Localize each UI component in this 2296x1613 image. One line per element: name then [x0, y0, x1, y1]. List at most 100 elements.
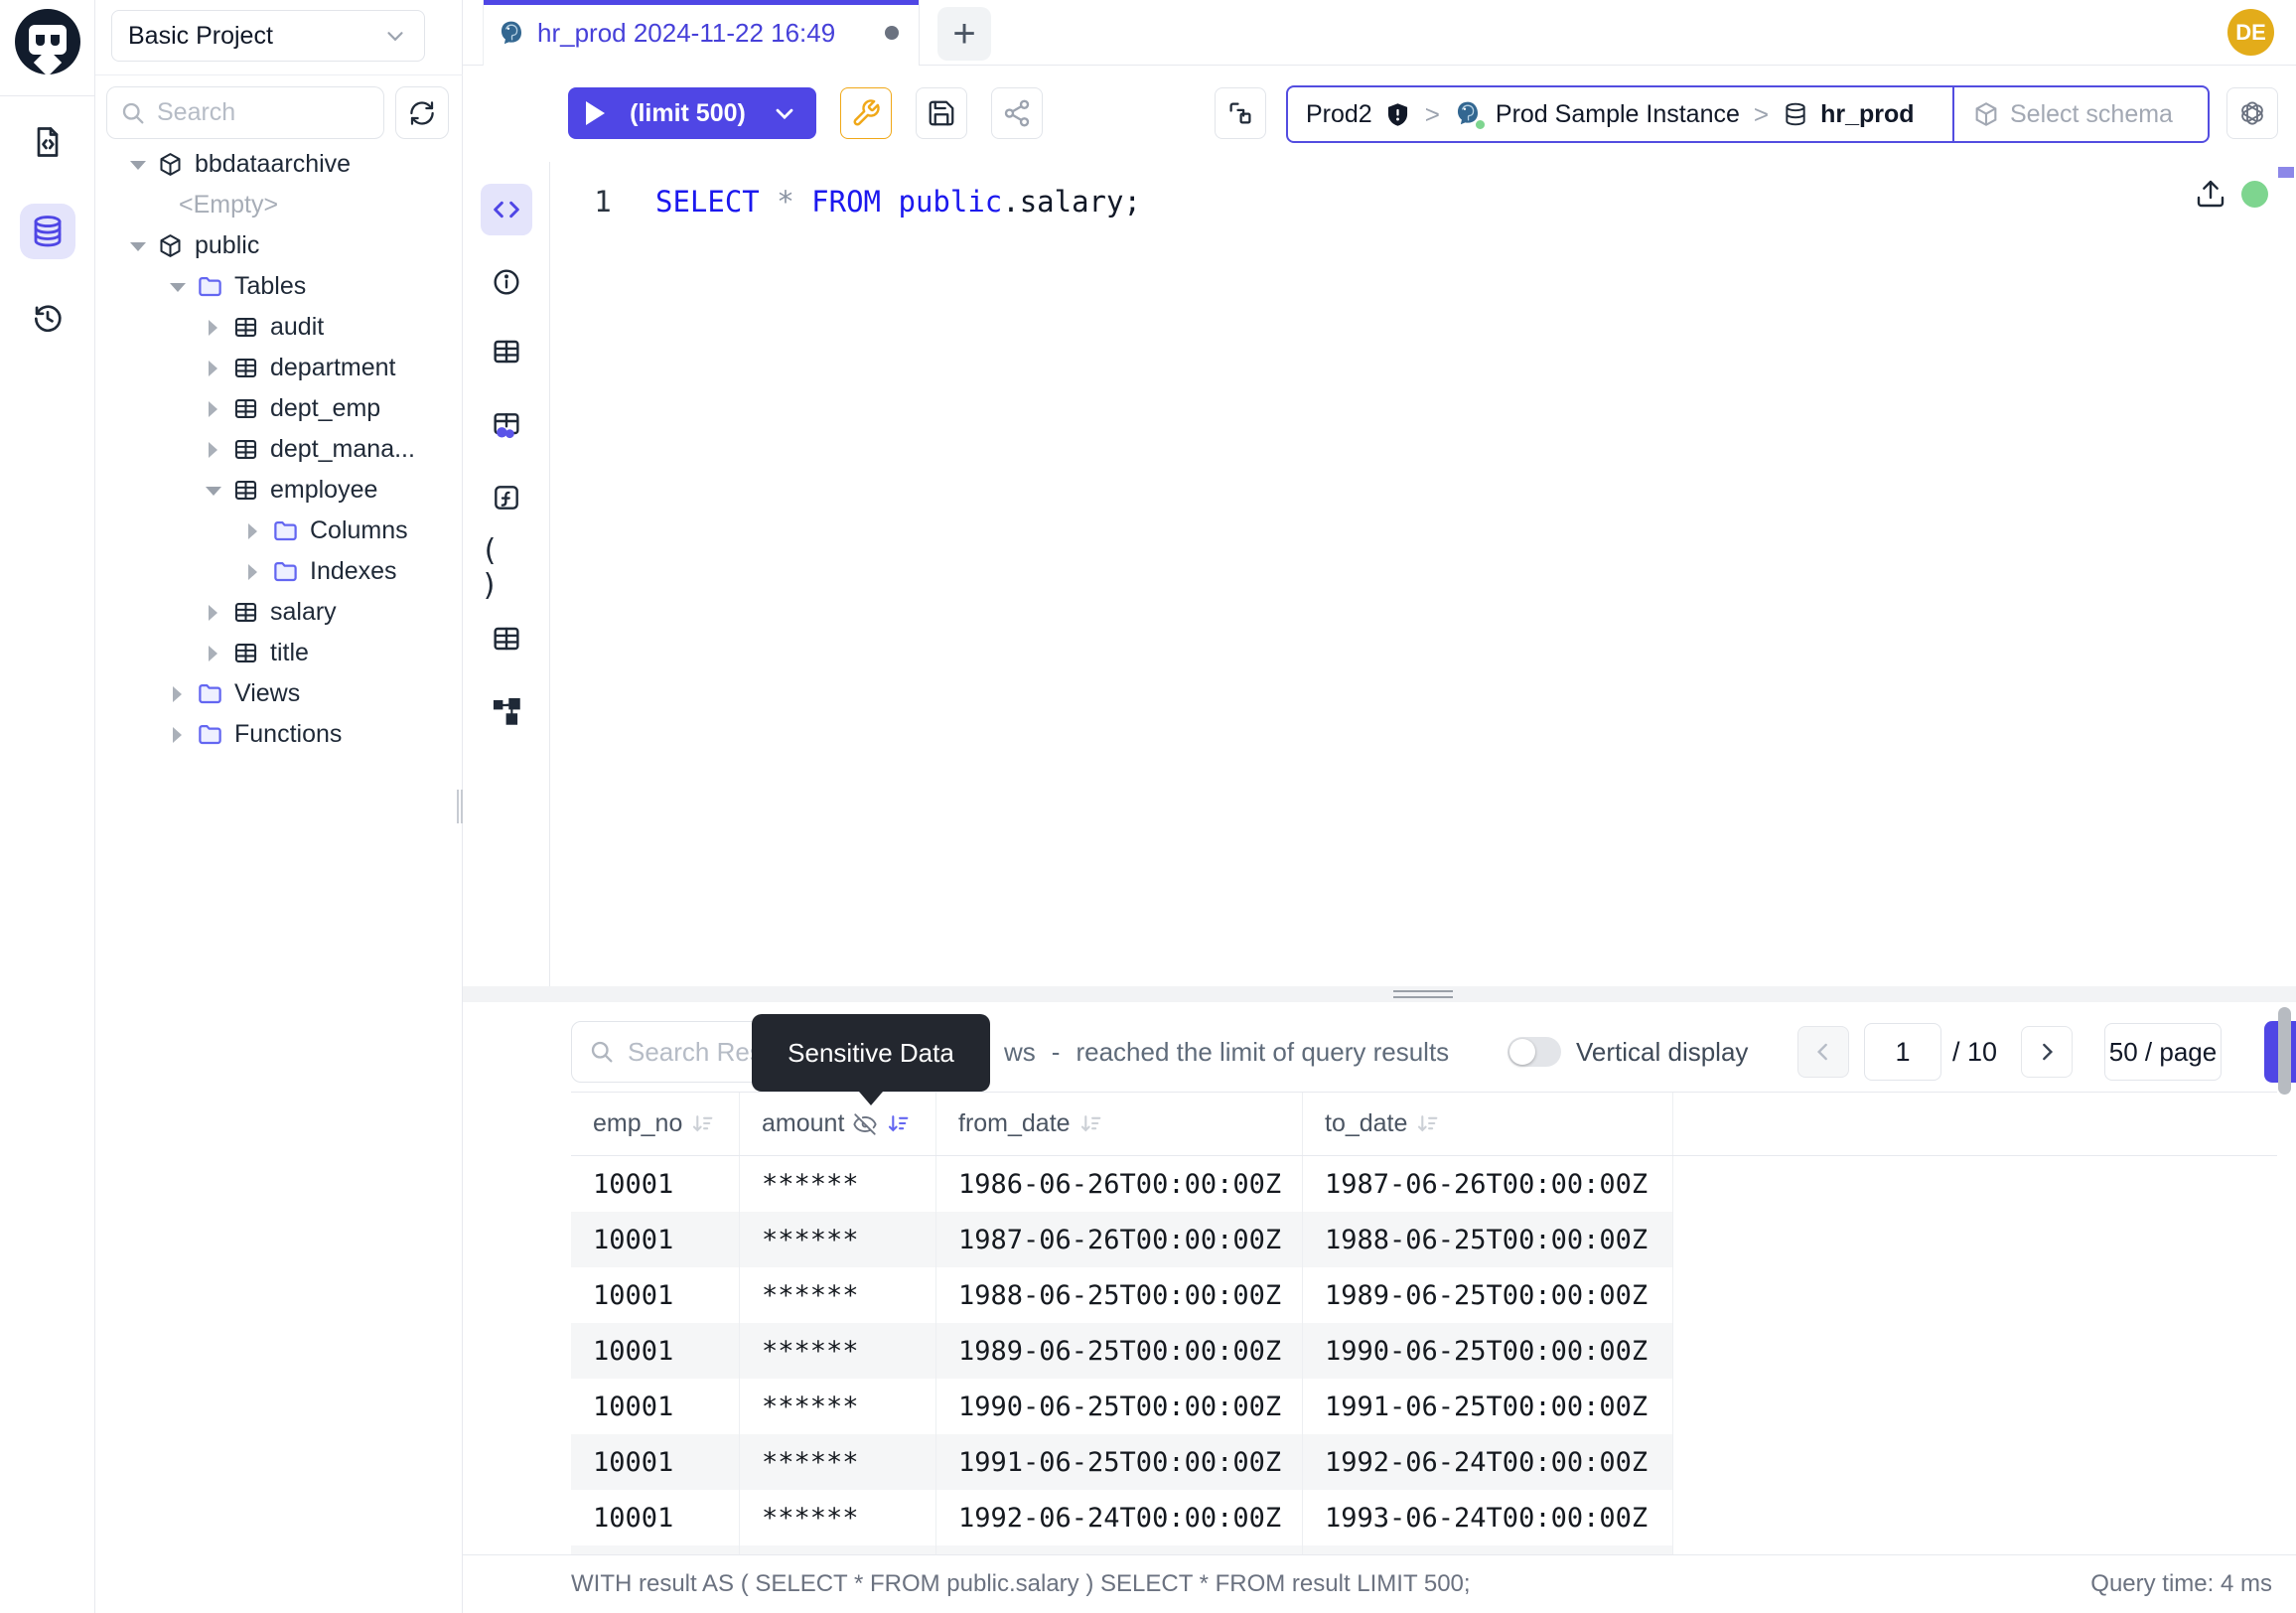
- database-nav-button[interactable]: [20, 204, 75, 259]
- cell-from_date[interactable]: 1988-06-25T00:00:00Z: [936, 1267, 1303, 1323]
- info-panel-button[interactable]: [481, 256, 532, 308]
- tree-item-public[interactable]: public: [95, 225, 463, 266]
- cell-emp_no[interactable]: 10001: [571, 1545, 740, 1554]
- chevron-down-icon[interactable]: [771, 99, 798, 127]
- column-header-to_date[interactable]: to_date: [1303, 1093, 1673, 1155]
- tree-item-functions[interactable]: Functions: [95, 714, 463, 755]
- vertical-display-toggle[interactable]: [1507, 1037, 1561, 1067]
- tree-item-dept-emp[interactable]: dept_emp: [95, 388, 463, 429]
- share-button[interactable]: [991, 87, 1043, 139]
- cell-emp_no[interactable]: 10001: [571, 1379, 740, 1434]
- splitter-grip[interactable]: [1393, 990, 1453, 998]
- cell-emp_no[interactable]: 10001: [571, 1156, 740, 1212]
- cell-from_date[interactable]: 1986-06-26T00:00:00Z: [936, 1156, 1303, 1212]
- caret-right-icon[interactable]: [205, 361, 220, 376]
- functions-panel-button[interactable]: [481, 472, 532, 523]
- cell-empty[interactable]: [1673, 1156, 2277, 1212]
- next-page-button[interactable]: [2021, 1026, 2073, 1078]
- eye-off-icon[interactable]: [852, 1111, 878, 1137]
- cell-empty[interactable]: [1673, 1545, 2277, 1554]
- worksheet-nav-button[interactable]: [20, 114, 75, 170]
- cell-to_date[interactable]: 1987-06-26T00:00:00Z: [1303, 1156, 1673, 1212]
- connection-button[interactable]: [1215, 87, 1266, 139]
- grid-scrollbar[interactable]: [2278, 1007, 2291, 1095]
- caret-down-icon[interactable]: [169, 279, 185, 295]
- cell-to_date[interactable]: 1991-06-25T00:00:00Z: [1303, 1379, 1673, 1434]
- tree-item-dept-mana-[interactable]: dept_mana...: [95, 429, 463, 470]
- tree-item-bbdataarchive[interactable]: bbdataarchive: [95, 144, 463, 185]
- page-size-select[interactable]: 50 / page: [2104, 1023, 2222, 1081]
- tree-item-employee[interactable]: employee: [95, 470, 463, 511]
- tree-item-audit[interactable]: audit: [95, 307, 463, 348]
- cell-emp_no[interactable]: 10001: [571, 1323, 740, 1379]
- sort-icon[interactable]: [1078, 1111, 1103, 1136]
- caret-right-icon[interactable]: [205, 320, 220, 336]
- caret-right-icon[interactable]: [205, 646, 220, 661]
- cell-from_date[interactable]: 1993-06-24T00:00:00Z: [936, 1545, 1303, 1554]
- column-header-amount[interactable]: amount: [740, 1093, 936, 1155]
- cell-to_date[interactable]: 1992-06-24T00:00:00Z: [1303, 1434, 1673, 1490]
- new-tab-button[interactable]: +: [937, 7, 991, 61]
- cell-to_date[interactable]: 1993-06-24T00:00:00Z: [1303, 1490, 1673, 1545]
- cell-amount[interactable]: ******: [740, 1545, 936, 1554]
- cell-empty[interactable]: [1673, 1323, 2277, 1379]
- worksheet-tab[interactable]: hr_prod 2024-11-22 16:49: [483, 0, 920, 66]
- tree-item-department[interactable]: department: [95, 348, 463, 388]
- tree-item-columns[interactable]: Columns: [95, 511, 463, 551]
- sql-editor[interactable]: 1 SELECT * FROM public.salary;: [550, 162, 2296, 986]
- cell-emp_no[interactable]: 10001: [571, 1212, 740, 1267]
- table-row[interactable]: 10001******1989-06-25T00:00:00Z1990-06-2…: [571, 1323, 2277, 1379]
- cell-to_date[interactable]: 1994-06-24T00:00:00Z: [1303, 1545, 1673, 1554]
- cell-from_date[interactable]: 1990-06-25T00:00:00Z: [936, 1379, 1303, 1434]
- refresh-button[interactable]: [395, 86, 449, 139]
- ai-assistant-button[interactable]: [2226, 87, 2278, 139]
- caret-right-icon[interactable]: [244, 523, 260, 539]
- breadcrumb[interactable]: Prod2 > Prod Sample Instance > hr_prod: [1288, 87, 1952, 141]
- tree-item-indexes[interactable]: Indexes: [95, 551, 463, 592]
- table-row[interactable]: 10001******1986-06-26T00:00:00Z1987-06-2…: [571, 1156, 2277, 1212]
- upload-sheet-button[interactable]: [2195, 178, 2226, 210]
- caret-down-icon[interactable]: [205, 483, 220, 499]
- search-input[interactable]: [157, 98, 371, 127]
- cell-to_date[interactable]: 1988-06-25T00:00:00Z: [1303, 1212, 1673, 1267]
- sort-icon[interactable]: [690, 1111, 715, 1136]
- avatar[interactable]: DE: [2227, 9, 2274, 56]
- prev-page-button[interactable]: [1797, 1026, 1849, 1078]
- history-nav-button[interactable]: [20, 290, 75, 346]
- bytebase-logo[interactable]: [15, 9, 80, 74]
- caret-right-icon[interactable]: [205, 442, 220, 458]
- cell-empty[interactable]: [1673, 1267, 2277, 1323]
- caret-right-icon[interactable]: [244, 564, 260, 580]
- page-number-input[interactable]: [1864, 1023, 1941, 1081]
- cell-amount[interactable]: ******: [740, 1323, 936, 1379]
- cell-amount[interactable]: ******: [740, 1156, 936, 1212]
- external-table-panel-button[interactable]: [481, 613, 532, 664]
- format-sql-button[interactable]: [840, 87, 892, 139]
- cell-from_date[interactable]: 1992-06-24T00:00:00Z: [936, 1490, 1303, 1545]
- table-row[interactable]: 10001******1993-06-24T00:00:00Z1994-06-2…: [571, 1545, 2277, 1554]
- schema-search[interactable]: [106, 86, 384, 139]
- cell-from_date[interactable]: 1987-06-26T00:00:00Z: [936, 1212, 1303, 1267]
- sort-icon[interactable]: [1415, 1111, 1440, 1136]
- cell-emp_no[interactable]: 10001: [571, 1490, 740, 1545]
- cell-amount[interactable]: ******: [740, 1267, 936, 1323]
- masked-data-panel-button[interactable]: [481, 399, 532, 451]
- caret-right-icon[interactable]: [205, 605, 220, 621]
- caret-down-icon[interactable]: [129, 238, 145, 254]
- tree-item--empty-[interactable]: <Empty>: [95, 185, 463, 225]
- run-query-button[interactable]: (limit 500): [568, 87, 816, 139]
- caret-down-icon[interactable]: [129, 157, 145, 173]
- tree-item-tables[interactable]: Tables: [95, 266, 463, 307]
- sort-icon[interactable]: [886, 1111, 911, 1136]
- cell-amount[interactable]: ******: [740, 1212, 936, 1267]
- cell-emp_no[interactable]: 10001: [571, 1267, 740, 1323]
- code-panel-button[interactable]: [481, 184, 532, 235]
- cell-emp_no[interactable]: 10001: [571, 1434, 740, 1490]
- cell-amount[interactable]: ******: [740, 1434, 936, 1490]
- table-panel-button[interactable]: [481, 326, 532, 377]
- cell-from_date[interactable]: 1991-06-25T00:00:00Z: [936, 1434, 1303, 1490]
- tree-item-salary[interactable]: salary: [95, 592, 463, 633]
- column-header-from_date[interactable]: from_date: [936, 1093, 1303, 1155]
- caret-right-icon[interactable]: [205, 401, 220, 417]
- cell-amount[interactable]: ******: [740, 1490, 936, 1545]
